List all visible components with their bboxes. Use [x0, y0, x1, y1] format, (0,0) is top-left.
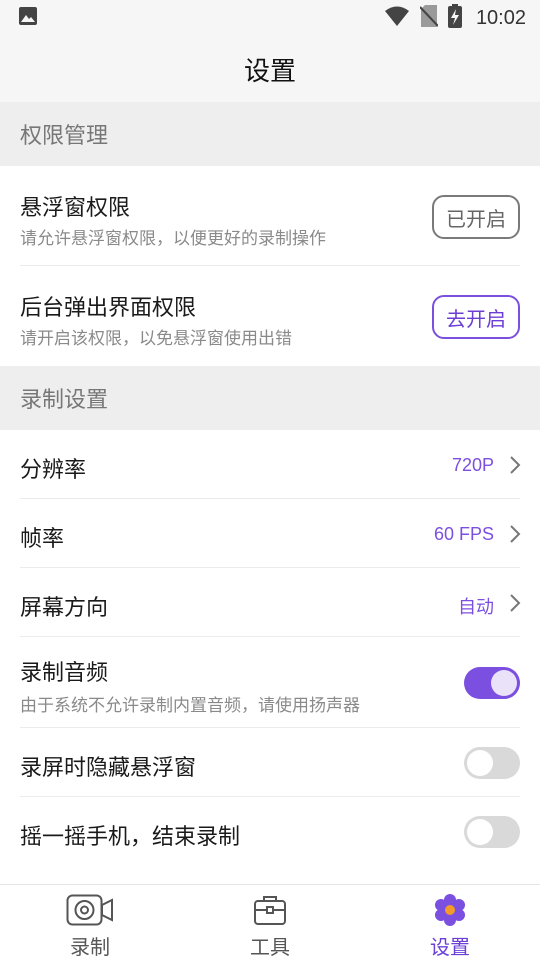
- chevron-right-icon: [508, 593, 522, 613]
- section-header-permissions: 权限管理: [0, 102, 540, 166]
- nav-item-record[interactable]: 录制: [0, 885, 180, 960]
- chevron-right-icon: [508, 455, 522, 475]
- section-header-recording: 录制设置: [0, 366, 540, 430]
- record-audio-toggle[interactable]: [464, 667, 520, 699]
- status-bar: 10:02: [0, 0, 540, 36]
- row-subtitle: 由于系统不允许录制内置音频，请使用扬声器: [20, 696, 360, 716]
- row-title: 悬浮窗权限: [20, 196, 131, 221]
- row-subtitle: 请允许悬浮窗权限，以便更好的录制操作: [20, 229, 326, 249]
- resolution-value: 720P: [451, 455, 494, 475]
- nav-label: 设置: [430, 935, 470, 959]
- row-title: 摇一摇手机，结束录制: [20, 825, 241, 850]
- camera-icon: [65, 893, 115, 927]
- orientation-value: 自动: [458, 597, 494, 617]
- nav-label: 录制: [70, 935, 110, 959]
- permission-row-floating-window: 悬浮窗权限 请允许悬浮窗权限，以便更好的录制操作 已开启: [0, 166, 540, 266]
- row-title: 屏幕方向: [20, 596, 109, 621]
- clock: 10:02: [475, 6, 526, 29]
- floating-window-permission-button[interactable]: 已开启: [432, 195, 520, 239]
- wifi-icon: [384, 5, 410, 31]
- toggle-knob: [467, 750, 493, 776]
- nav-item-settings[interactable]: 设置: [360, 885, 540, 960]
- row-title: 分辨率: [20, 458, 87, 483]
- title-bar: 设置: [0, 36, 540, 102]
- row-title: 录屏时隐藏悬浮窗: [20, 756, 197, 781]
- setting-row-resolution[interactable]: 分辨率 720P: [0, 430, 540, 499]
- toggle-knob: [467, 819, 493, 845]
- nav-label: 工具: [250, 935, 290, 959]
- bottom-nav: 录制 工具 设置: [0, 884, 540, 960]
- toolbox-icon: [245, 893, 295, 927]
- row-title: 录制音频: [20, 661, 109, 686]
- row-title: 后台弹出界面权限: [20, 296, 197, 321]
- nav-item-tools[interactable]: 工具: [180, 885, 360, 960]
- image-notification-icon: [18, 6, 38, 30]
- shake-to-stop-toggle[interactable]: [464, 816, 520, 848]
- background-popup-permission-button[interactable]: 去开启: [432, 295, 520, 339]
- setting-row-record-audio: 录制音频 由于系统不允许录制内置音频，请使用扬声器: [0, 637, 540, 728]
- settings-flower-icon: [425, 893, 475, 927]
- permission-row-background-popup: 后台弹出界面权限 请开启该权限，以免悬浮窗使用出错 去开启: [0, 266, 540, 366]
- row-title: 帧率: [20, 527, 65, 552]
- row-subtitle: 请开启该权限，以免悬浮窗使用出错: [20, 329, 292, 349]
- setting-row-frame-rate[interactable]: 帧率 60 FPS: [0, 499, 540, 568]
- frame-rate-value: 60 FPS: [433, 524, 494, 544]
- page-title: 设置: [243, 56, 296, 87]
- setting-row-hide-floating-window: 录屏时隐藏悬浮窗: [0, 728, 540, 797]
- toggle-knob: [491, 670, 517, 696]
- setting-row-orientation[interactable]: 屏幕方向 自动: [0, 568, 540, 637]
- setting-row-shake-to-stop: 摇一摇手机，结束录制: [0, 797, 540, 884]
- no-sim-icon: [419, 5, 439, 31]
- battery-charging-icon: [447, 4, 462, 32]
- hide-floating-window-toggle[interactable]: [464, 747, 520, 779]
- chevron-right-icon: [508, 524, 522, 544]
